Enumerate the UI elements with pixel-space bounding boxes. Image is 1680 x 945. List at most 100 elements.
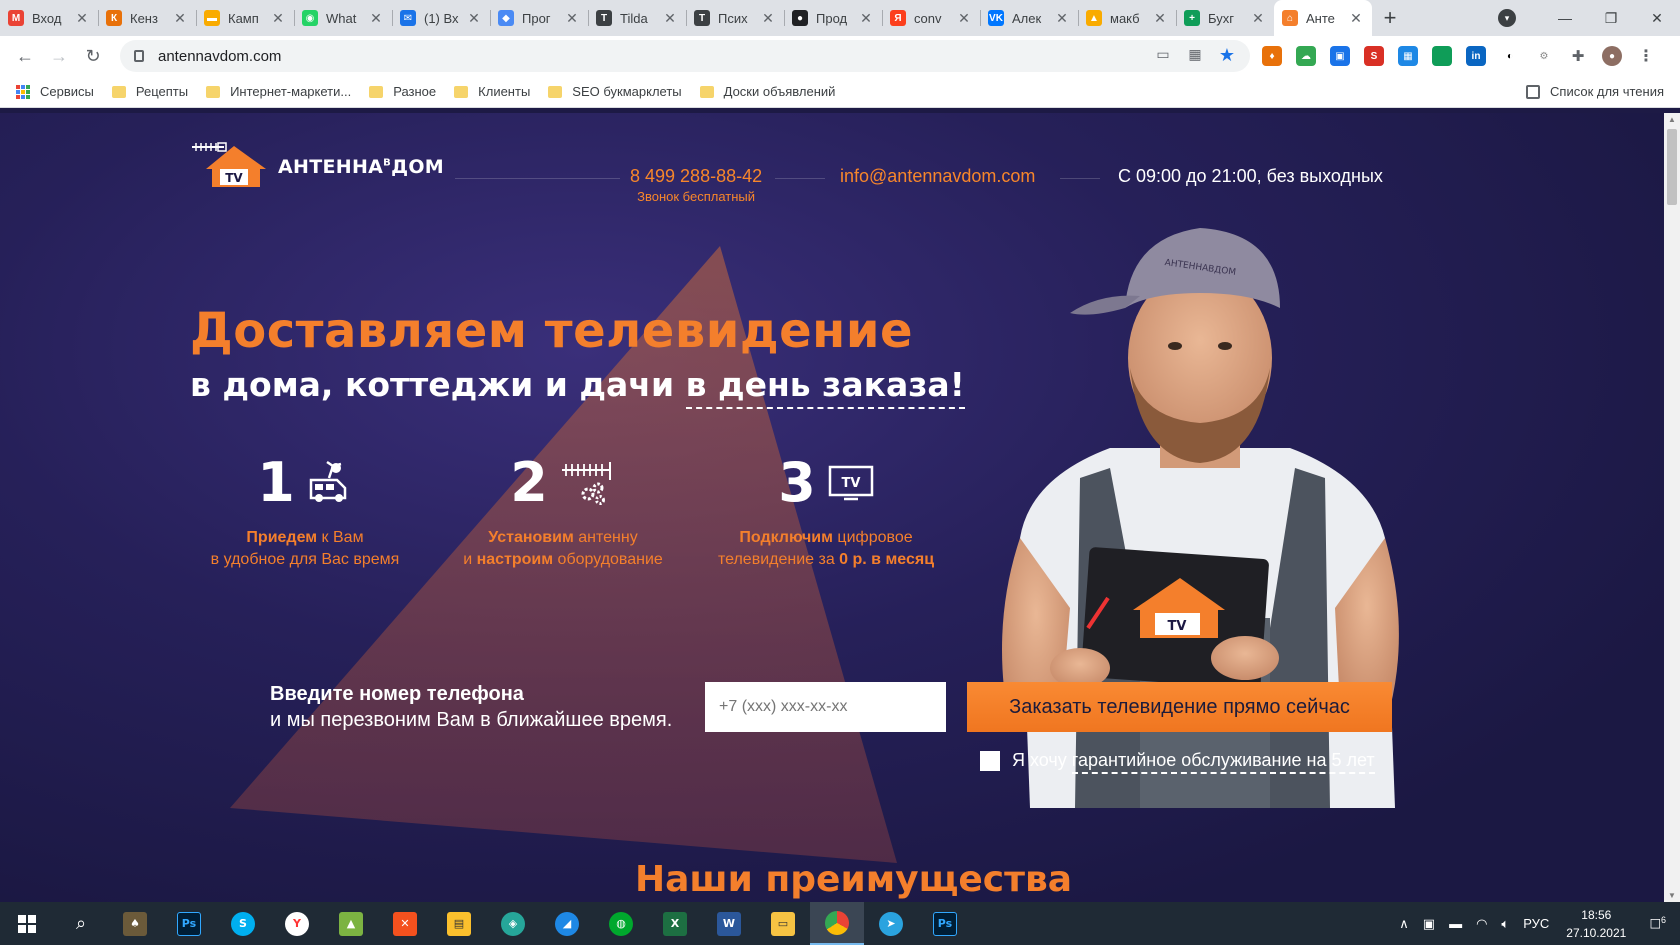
extension-screen-icon[interactable]: ▣	[1330, 46, 1350, 66]
taskbar-app-image-viewer[interactable]: ▲	[324, 902, 378, 945]
browser-tab[interactable]: ✉ (1) Вх ✕	[392, 0, 490, 36]
taskbar-app-excel[interactable]: X	[648, 902, 702, 945]
extension-green-icon[interactable]	[1432, 46, 1452, 66]
language-indicator[interactable]: РУС	[1523, 916, 1549, 931]
meet-icon[interactable]: ▣	[1423, 916, 1435, 932]
bookmark-folder[interactable]: Рецепты	[111, 84, 188, 99]
extension-seo-icon[interactable]: S	[1364, 46, 1384, 66]
bookmark-folder[interactable]: Доски объявлений	[699, 84, 835, 99]
chevron-up-icon[interactable]: ∧	[1399, 916, 1409, 932]
page-scrollbar[interactable]: ▲ ▼	[1664, 113, 1680, 902]
extension-shield-icon[interactable]: ♦	[1262, 46, 1282, 66]
url-text[interactable]: antennavdom.com	[158, 48, 281, 65]
taskbar-app-explorer[interactable]: ▭	[756, 902, 810, 945]
bookmark-folder[interactable]: Клиенты	[454, 84, 530, 99]
extension-cloud-icon[interactable]: ☁	[1296, 46, 1316, 66]
start-button[interactable]	[0, 902, 54, 945]
tab-close-icon[interactable]: ✕	[466, 10, 482, 27]
header-email[interactable]: info@antennavdom.com	[840, 166, 1035, 187]
taskbar-app-chrome[interactable]	[810, 902, 864, 945]
tab-close-icon[interactable]: ✕	[760, 10, 776, 27]
tab-close-icon[interactable]: ✕	[564, 10, 580, 27]
bookmark-folder[interactable]: Интернет-маркети...	[206, 84, 351, 99]
lock-icon[interactable]	[134, 50, 144, 62]
taskbar-app-skype[interactable]: S	[216, 902, 270, 945]
browser-tab[interactable]: ▬ Камп ✕	[196, 0, 294, 36]
volume-icon[interactable]: 🔈︎	[1501, 916, 1509, 932]
extensions-puzzle-icon[interactable]: ✚	[1568, 46, 1588, 66]
tab-close-icon[interactable]: ✕	[1054, 10, 1070, 27]
browser-tab[interactable]: Яconv ✕	[882, 0, 980, 36]
reload-icon[interactable]: ↻	[76, 46, 110, 67]
taskbar-app-word[interactable]: W	[702, 902, 756, 945]
wifi-icon[interactable]: ◠	[1476, 916, 1487, 932]
phone-number[interactable]: 8 499 288-88-42	[630, 166, 762, 186]
taskbar-app-draw[interactable]: ◢	[540, 902, 594, 945]
cast-icon[interactable]: ▭	[1154, 46, 1172, 64]
browser-tab[interactable]: VK Алек ✕	[980, 0, 1078, 36]
clock[interactable]: 18:56 27.10.2021	[1566, 906, 1626, 942]
site-logo[interactable]: TV АНТЕННАВДОМ	[192, 141, 444, 193]
address-bar[interactable]: antennavdom.com ▭ ▦ ★	[120, 40, 1250, 72]
new-tab-button[interactable]: +	[1372, 0, 1408, 36]
bookmark-apps[interactable]: Сервисы	[16, 84, 94, 99]
taskbar-app-xmind[interactable]: ✕	[378, 902, 432, 945]
warranty-checkbox[interactable]	[980, 750, 1000, 771]
tab-close-icon[interactable]: ✕	[858, 10, 874, 27]
warranty-checkbox-row[interactable]: Я хочу гарантийное обслуживание на 5 лет	[980, 750, 1375, 774]
browser-tab[interactable]: ● Прод ✕	[784, 0, 882, 36]
close-icon[interactable]: ✕	[1634, 10, 1680, 27]
taskbar-app-games[interactable]: ♠	[108, 902, 162, 945]
tab-close-icon[interactable]: ✕	[74, 10, 90, 27]
bookmark-folder[interactable]: SEO букмарклеты	[548, 84, 682, 99]
taskbar-app-telegram[interactable]: ➤	[864, 902, 918, 945]
menu-icon[interactable]: ⋮	[1636, 46, 1656, 66]
phone-input[interactable]	[705, 682, 946, 732]
order-tv-button[interactable]: Заказать телевидение прямо сейчас	[967, 682, 1392, 732]
maximize-icon[interactable]: ❐	[1588, 10, 1634, 27]
taskbar-app-photoshop-2[interactable]: Ps	[918, 902, 972, 945]
tab-close-icon[interactable]: ✕	[1348, 10, 1364, 27]
minimize-icon[interactable]: —	[1542, 10, 1588, 26]
notifications-icon[interactable]: ☐6	[1649, 915, 1666, 932]
qr-code-icon[interactable]: ▦	[1186, 46, 1204, 64]
browser-tab[interactable]: M Вход ✕	[0, 0, 98, 36]
browser-tab[interactable]: T Псих ✕	[686, 0, 784, 36]
tab-close-icon[interactable]: ✕	[172, 10, 188, 27]
taskbar-app-vpn[interactable]: ◈	[486, 902, 540, 945]
extension-gear-icon[interactable]: ⚙	[1534, 46, 1554, 66]
tab-search-icon[interactable]: ▾	[1498, 9, 1516, 27]
taskbar-app-evernote[interactable]: ◍	[594, 902, 648, 945]
battery-icon[interactable]: ▬	[1449, 916, 1462, 931]
tab-close-icon[interactable]: ✕	[662, 10, 678, 27]
browser-tab[interactable]: ◉ What ✕	[294, 0, 392, 36]
tab-close-icon[interactable]: ✕	[1250, 10, 1266, 27]
scroll-up-icon[interactable]: ▲	[1668, 115, 1676, 124]
scrollbar-thumb[interactable]	[1667, 129, 1677, 205]
browser-tab[interactable]: ◆ Прог ✕	[490, 0, 588, 36]
tab-close-icon[interactable]: ✕	[368, 10, 384, 27]
taskbar-app-sticky[interactable]: ▤	[432, 902, 486, 945]
scroll-down-icon[interactable]: ▼	[1668, 891, 1676, 900]
forward-icon[interactable]: →	[42, 46, 76, 67]
extension-linkedin-icon[interactable]: in	[1466, 46, 1486, 66]
bookmark-star-icon[interactable]: ★	[1218, 46, 1236, 64]
tab-close-icon[interactable]: ✕	[956, 10, 972, 27]
browser-tab[interactable]: ⌂ Анте ✕	[1274, 0, 1372, 36]
tab-close-icon[interactable]: ✕	[1152, 10, 1168, 27]
browser-tab[interactable]: К Кенз ✕	[98, 0, 196, 36]
tab-close-icon[interactable]: ✕	[270, 10, 286, 27]
taskbar-app-photoshop[interactable]: Ps	[162, 902, 216, 945]
search-icon[interactable]: ⌕	[54, 902, 108, 945]
taskbar-app-yandex-browser[interactable]: Y	[270, 902, 324, 945]
bookmark-folder[interactable]: Разное	[369, 84, 436, 99]
extension-mask-icon[interactable]: ◐	[1500, 46, 1520, 66]
reading-list-button[interactable]: Список для чтения	[1526, 84, 1664, 99]
warranty-label[interactable]: Я хочу гарантийное обслуживание на 5 лет	[1012, 750, 1375, 774]
profile-avatar[interactable]: ●	[1602, 46, 1622, 66]
extension-grid-icon[interactable]: ▦	[1398, 46, 1418, 66]
browser-tab[interactable]: ▲ макб ✕	[1078, 0, 1176, 36]
back-icon[interactable]: ←	[8, 46, 42, 67]
browser-tab[interactable]: + Бухг ✕	[1176, 0, 1274, 36]
header-phone[interactable]: 8 499 288-88-42 Звонок бесплатный	[630, 166, 762, 204]
